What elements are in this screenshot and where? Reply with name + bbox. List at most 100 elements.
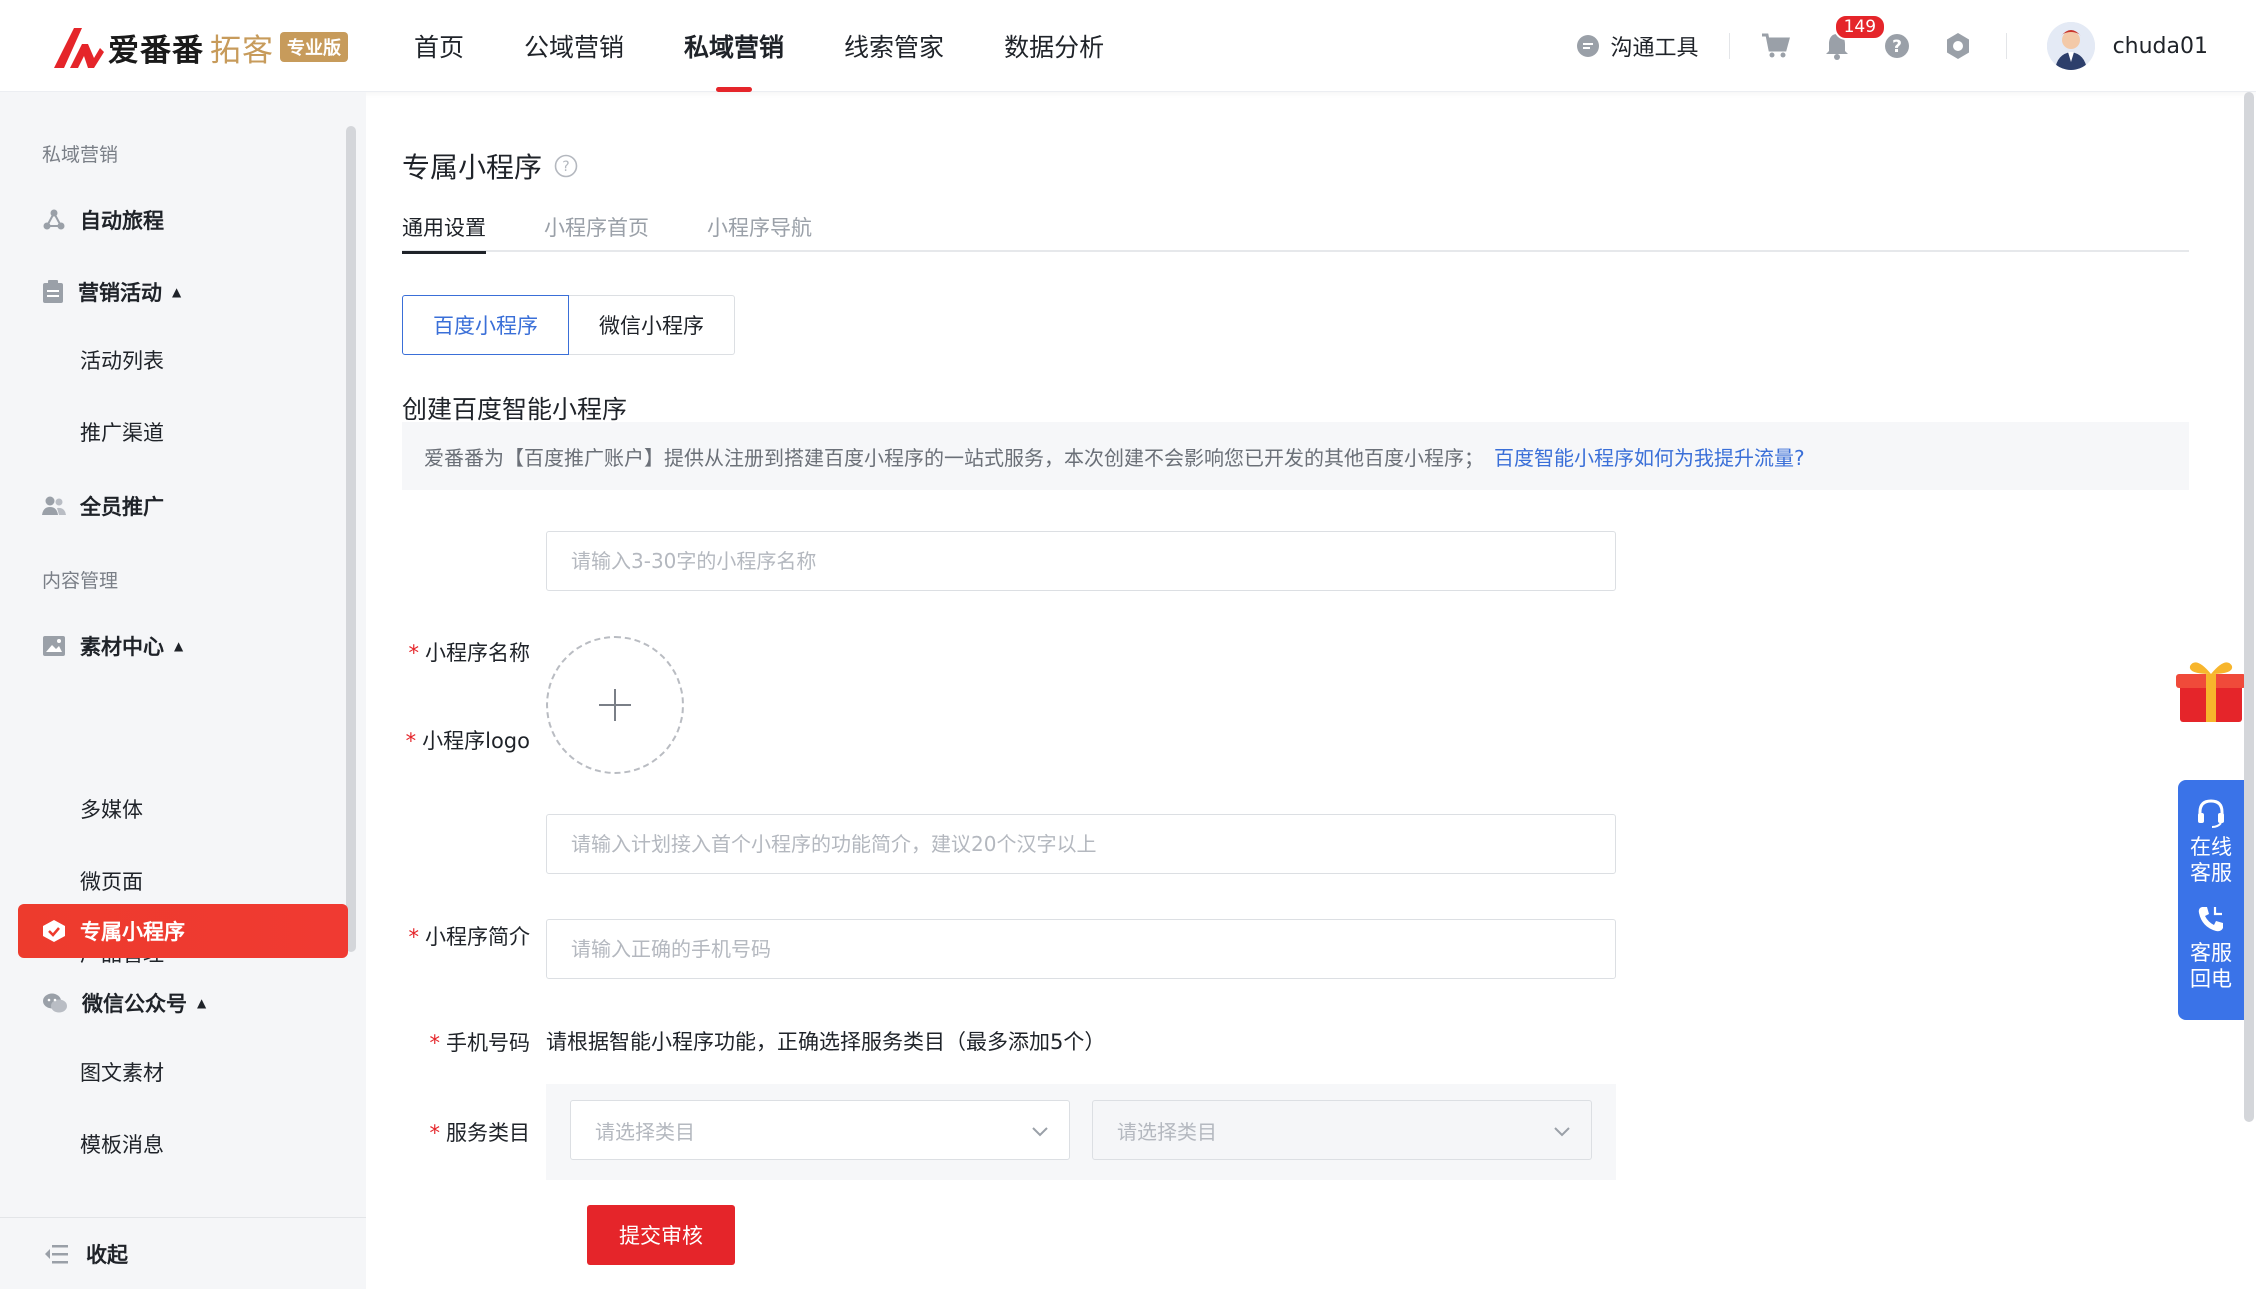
category-select-2-placeholder: 请选择类目: [1117, 1119, 1217, 1144]
caret-up-icon: ▲: [197, 996, 207, 1010]
sidebar-group-private: 私域营销: [42, 144, 119, 166]
category-row: 请选择类目 请选择类目: [546, 1084, 1616, 1180]
tab-mini-program-home[interactable]: 小程序首页: [544, 202, 649, 252]
sidebar-item-label: 营销活动: [78, 281, 162, 305]
top-header: 爱番番 拓客 专业版 首页 公域营销 私域营销 线索管家 数据分析 沟通工具 1…: [0, 0, 2256, 92]
main-nav: 首页 公域营销 私域营销 线索管家 数据分析: [414, 0, 1164, 92]
chat-bubble-icon: [1576, 35, 1599, 57]
brand-logo-icon: [54, 28, 104, 68]
wechat-icon: [43, 993, 67, 1013]
intro-input[interactable]: [546, 814, 1616, 874]
settings-button[interactable]: [1944, 32, 1972, 60]
help-icon: ?: [1884, 34, 1909, 58]
sidebar-sub-article-material[interactable]: 图文素材: [80, 1057, 164, 1087]
page-scrollbar[interactable]: [2244, 92, 2254, 1122]
sidebar-sub-multimedia[interactable]: 多媒体: [80, 794, 143, 824]
sidebar-sub-micro-page[interactable]: 微页面: [80, 866, 143, 896]
header-actions: 沟通工具 149 ? chuda01: [1575, 0, 2208, 92]
segment-baidu[interactable]: 百度小程序: [402, 295, 569, 355]
sidebar-item-marketing-activity[interactable]: 营销活动 ▲: [18, 265, 348, 319]
sidebar-scrollbar[interactable]: [346, 126, 356, 952]
category-label: * 服务类目: [429, 1121, 531, 1145]
user-avatar[interactable]: [2046, 22, 2095, 70]
logo-label: * 小程序logo: [405, 729, 530, 753]
callback-label: 客服 回电: [2190, 941, 2232, 991]
logo-upload[interactable]: [546, 636, 684, 774]
online-service-label: 在线 客服: [2190, 835, 2232, 885]
sidebar-sub-activity-list[interactable]: 活动列表: [80, 345, 164, 375]
headset-icon: [2198, 799, 2224, 828]
sidebar-item-wechat-official[interactable]: 微信公众号 ▲: [18, 976, 348, 1030]
gift-icon[interactable]: [2176, 656, 2246, 726]
info-notice: 爱番番为【百度推广账户】提供从注册到搭建百度小程序的一站式服务，本次创建不会影响…: [402, 422, 2189, 490]
phone-callback-icon: [2198, 907, 2223, 932]
clipboard-icon: [43, 280, 63, 303]
notification-button[interactable]: 149: [1824, 14, 1887, 60]
category-select-1[interactable]: 请选择类目: [570, 1100, 1070, 1160]
notice-text: 爱番番为【百度推广账户】提供从注册到搭建百度小程序的一站式服务，本次创建不会影响…: [424, 445, 1484, 470]
page-title-text: 专属小程序: [402, 151, 543, 184]
sidebar-sub-promo-channel[interactable]: 推广渠道: [80, 417, 164, 447]
intro-label: * 小程序简介: [408, 925, 531, 949]
nav-lead-manager[interactable]: 线索管家: [844, 0, 944, 92]
sidebar-item-mini-program[interactable]: 专属小程序: [18, 904, 348, 958]
sidebar-item-material-center[interactable]: 素材中心 ▲: [18, 619, 348, 673]
section-title: 创建百度智能小程序: [402, 395, 628, 424]
platform-switch: 百度小程序 微信小程序: [402, 295, 735, 355]
tab-general-settings[interactable]: 通用设置: [402, 202, 486, 254]
nav-data-analysis[interactable]: 数据分析: [1004, 0, 1104, 92]
nav-public-marketing[interactable]: 公域营销: [524, 0, 624, 92]
cart-button[interactable]: [1760, 32, 1790, 60]
name-input[interactable]: [546, 531, 1616, 591]
sidebar-group-content: 内容管理: [42, 570, 119, 592]
chevron-down-icon: [1554, 1127, 1570, 1137]
chevron-down-icon: [1032, 1127, 1048, 1137]
settings-tabs: 通用设置 小程序首页 小程序导航: [402, 202, 2189, 254]
plus-icon: [599, 689, 631, 721]
cart-icon: [1761, 33, 1790, 58]
segment-wechat[interactable]: 微信小程序: [569, 295, 735, 355]
communication-tool-label: 沟通工具: [1610, 36, 1699, 61]
question-circle-icon[interactable]: ?: [554, 154, 578, 178]
header-divider-2: [2005, 33, 2007, 59]
category-select-1-placeholder: 请选择类目: [595, 1119, 695, 1144]
phone-input[interactable]: [546, 919, 1616, 979]
brand-sub: 拓客: [210, 32, 274, 69]
notice-link[interactable]: 百度智能小程序如何为我提升流量?: [1494, 442, 1805, 471]
callback-button[interactable]: 客服 回电: [2190, 904, 2232, 992]
communication-tool-button[interactable]: 沟通工具: [1575, 30, 1699, 62]
sidebar-collapse-button[interactable]: 收起: [0, 1217, 366, 1289]
notification-badge: 149: [1833, 14, 1887, 40]
service-panel: 在线 客服 客服 回电: [2178, 780, 2244, 1020]
submit-review-button[interactable]: 提交审核: [587, 1205, 735, 1265]
category-hint: 请根据智能小程序功能，正确选择服务类目（最多添加5个）: [546, 1030, 1106, 1054]
svg-text:?: ?: [1892, 37, 1902, 57]
category-select-2[interactable]: 请选择类目: [1092, 1100, 1592, 1160]
user-avatar-icon: [2046, 22, 2095, 70]
sidebar-item-label: 全员推广: [80, 495, 164, 519]
svg-text:?: ?: [562, 159, 569, 175]
nav-home[interactable]: 首页: [414, 0, 464, 92]
sidebar-item-auto-journey[interactable]: 自动旅程: [18, 193, 348, 247]
username[interactable]: chuda01: [2113, 34, 2208, 59]
sidebar-item-all-staff[interactable]: 全员推广: [18, 479, 348, 533]
edition-badge: 专业版: [280, 32, 348, 62]
mini-program-icon: [43, 920, 65, 942]
sidebar: 私域营销 自动旅程 营销活动 ▲ 活动列表 推广渠道 全员推广 内容管理 素材中…: [0, 92, 366, 1289]
help-button[interactable]: ?: [1884, 33, 1910, 59]
caret-up-icon: ▲: [174, 639, 184, 653]
tab-mini-program-nav[interactable]: 小程序导航: [707, 202, 812, 252]
brand-name: 爱番番: [108, 32, 204, 69]
caret-up-icon: ▲: [172, 285, 182, 299]
nav-private-marketing[interactable]: 私域营销: [684, 0, 784, 92]
sidebar-sub-template-msg[interactable]: 模板消息: [80, 1129, 164, 1159]
sidebar-item-label: 素材中心: [80, 635, 164, 659]
main-content: 专属小程序 ? 通用设置 小程序首页 小程序导航 百度小程序 微信小程序 创建百…: [366, 92, 2256, 1289]
image-icon: [43, 636, 65, 656]
sidebar-item-label: 自动旅程: [80, 209, 164, 233]
online-service-button[interactable]: 在线 客服: [2190, 798, 2232, 886]
sidebar-item-label: 微信公众号: [82, 992, 187, 1016]
page-title: 专属小程序 ?: [402, 146, 578, 186]
brand-logo[interactable]: 爱番番 拓客 专业版: [52, 22, 348, 72]
phone-label: * 手机号码: [429, 1031, 531, 1055]
